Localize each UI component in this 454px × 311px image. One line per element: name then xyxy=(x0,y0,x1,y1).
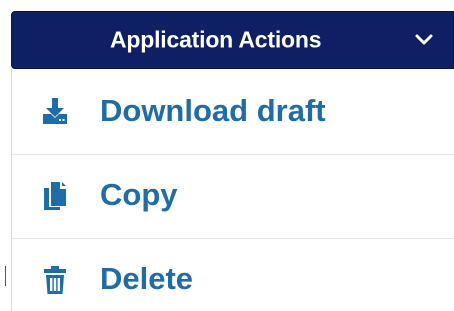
text-cursor xyxy=(5,266,6,286)
copy-icon xyxy=(42,181,68,211)
menu-item-label: Copy xyxy=(100,177,178,212)
menu-item-label: Delete xyxy=(100,261,194,296)
application-actions-dropdown: Application Actions Download draft Copy … xyxy=(0,0,454,311)
menu-item-delete[interactable]: Delete xyxy=(12,239,454,311)
menu-item-label: Download draft xyxy=(100,93,326,128)
application-actions-label: Application Actions xyxy=(110,26,322,53)
download-icon xyxy=(42,96,68,126)
application-actions-button[interactable]: Application Actions xyxy=(11,11,454,69)
chevron-down-icon xyxy=(415,34,433,45)
menu-item-download-draft[interactable]: Download draft xyxy=(12,69,454,155)
menu-item-copy[interactable]: Copy xyxy=(12,155,454,239)
trash-icon xyxy=(42,265,68,295)
actions-menu: Download draft Copy Delete xyxy=(11,69,454,311)
